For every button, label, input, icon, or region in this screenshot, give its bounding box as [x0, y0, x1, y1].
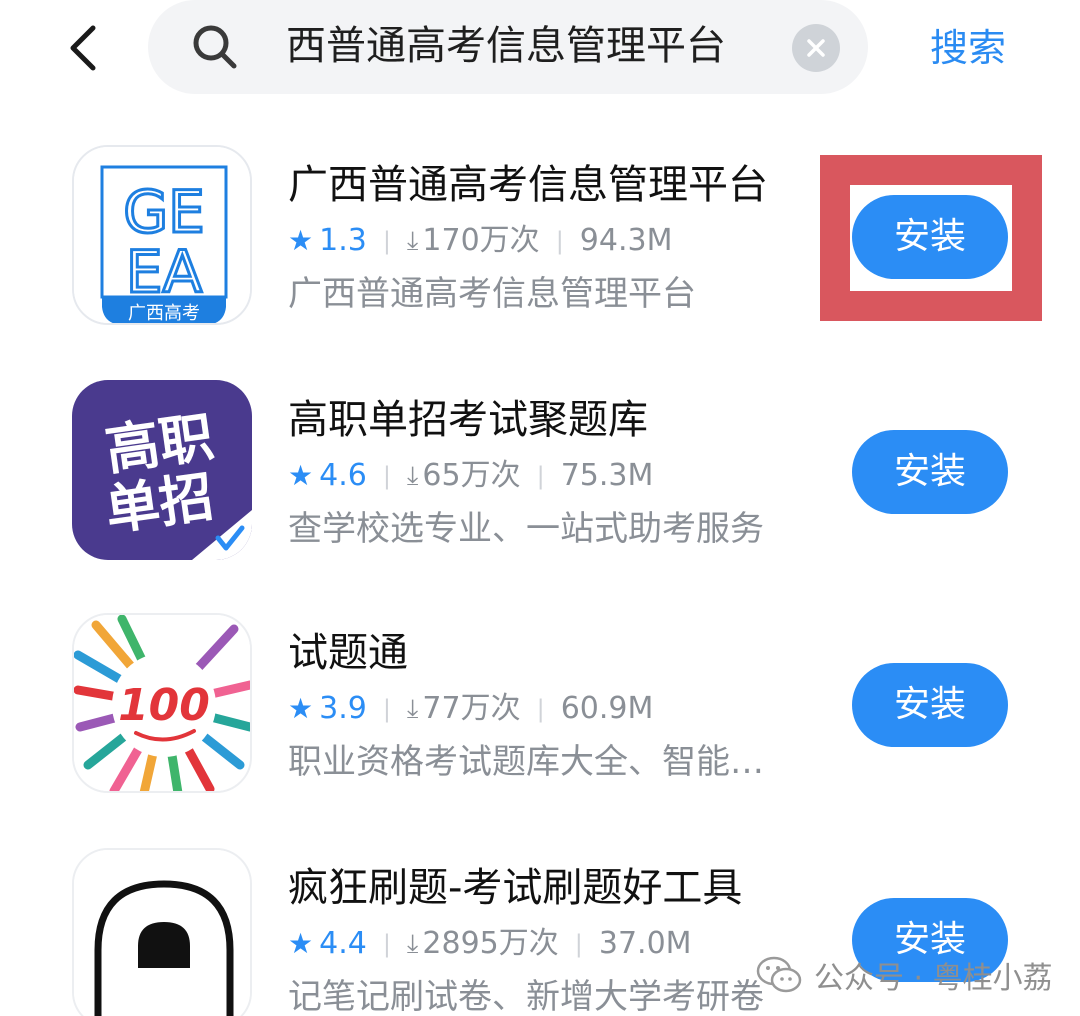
divider: | — [382, 227, 391, 255]
app-downloads: 2895万次 — [422, 926, 559, 961]
app-size: 75.3M — [560, 458, 654, 493]
divider: | — [574, 930, 583, 958]
app-description: 记笔记刷试卷、新增大学考研卷 — [288, 977, 764, 1016]
app-meta: ★ 4.4 | ⤓ 2895万次 | 37.0M — [288, 922, 692, 966]
app-icon-stt[interactable]: 100 — [72, 613, 252, 793]
app-name[interactable]: 疯狂刷题-考试刷题好工具 — [288, 862, 742, 914]
highlight-frame — [820, 155, 1042, 321]
app-size: 37.0M — [598, 926, 692, 961]
app-size: 94.3M — [579, 223, 673, 258]
watermark: 公众号 · 粤桂小荔 — [756, 950, 1053, 1000]
icon-text-ge: GE — [123, 178, 205, 246]
clear-icon — [807, 39, 825, 57]
app-rating: 4.6 — [319, 458, 367, 493]
install-button[interactable]: 安装 — [852, 663, 1008, 747]
app-name[interactable]: 广西普通高考信息管理平台 — [288, 159, 768, 211]
app-downloads: 77万次 — [422, 691, 521, 726]
icon-text-label: 广西高考 — [128, 303, 200, 324]
download-icon: ⤓ — [406, 929, 419, 959]
divider: | — [555, 227, 564, 255]
app-description: 查学校选专业、一站式助考服务 — [288, 509, 764, 549]
app-meta: ★ 4.6 | ⤓ 65万次 | 75.3M — [288, 454, 653, 498]
star-icon: ★ — [288, 692, 314, 725]
star-icon: ★ — [288, 927, 314, 960]
icon-text-ea: EA — [126, 238, 203, 306]
star-icon: ★ — [288, 459, 314, 492]
app-meta: ★ 1.3 | ⤓ 170万次 | 94.3M — [288, 219, 672, 263]
app-downloads: 65万次 — [422, 458, 521, 493]
download-icon: ⤓ — [406, 226, 419, 256]
watermark-text: 公众号 · 粤桂小荔 — [814, 961, 1053, 996]
app-name[interactable]: 试题通 — [288, 627, 408, 679]
wechat-icon — [756, 956, 802, 993]
clear-search-button[interactable] — [792, 24, 840, 72]
app-icon-gzdz[interactable]: 高职 单招 — [72, 380, 252, 560]
divider: | — [382, 930, 391, 958]
app-rating: 3.9 — [319, 691, 367, 726]
search-icon — [190, 22, 240, 72]
list-item[interactable]: 100 试题通 ★ 3.9 | ⤓ 77万次 | 60.9M 职业资格考试题库大… — [0, 613, 1080, 813]
search-button[interactable]: 搜索 — [930, 18, 1006, 78]
divider: | — [382, 695, 391, 723]
download-icon: ⤓ — [406, 461, 419, 491]
divider: | — [536, 462, 545, 490]
app-icon-gxgk[interactable]: GE EA 广西高考 — [72, 145, 252, 325]
app-rating: 1.3 — [319, 223, 367, 258]
search-input[interactable]: 西普通高考信息管理平台 — [286, 14, 786, 78]
icon-text-100: 100 — [118, 680, 210, 731]
app-meta: ★ 3.9 | ⤓ 77万次 | 60.9M — [288, 687, 653, 731]
download-icon: ⤓ — [406, 694, 419, 724]
install-button[interactable]: 安装 — [852, 430, 1008, 514]
app-name[interactable]: 高职单招考试聚题库 — [288, 394, 648, 446]
app-description: 广西普通高考信息管理平台 — [288, 274, 696, 314]
back-button[interactable] — [58, 18, 108, 78]
app-icon-fkst[interactable] — [72, 848, 252, 1016]
star-icon: ★ — [288, 224, 314, 257]
app-description: 职业资格考试题库大全、智能… — [288, 742, 764, 782]
app-rating: 4.4 — [319, 926, 367, 961]
divider: | — [382, 462, 391, 490]
app-size: 60.9M — [560, 691, 654, 726]
app-downloads: 170万次 — [422, 223, 540, 258]
divider: | — [536, 695, 545, 723]
list-item[interactable]: 高职 单招 高职单招考试聚题库 ★ 4.6 | ⤓ 65万次 | 75.3M 查… — [0, 380, 1080, 580]
back-arrow-icon — [70, 25, 96, 71]
